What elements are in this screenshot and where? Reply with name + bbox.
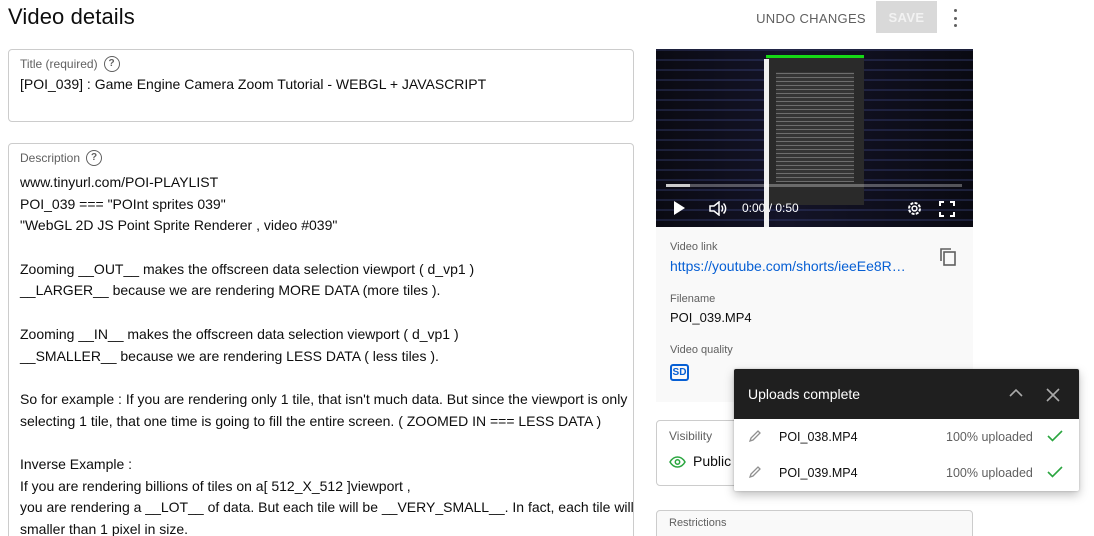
copy-icon[interactable] bbox=[939, 247, 957, 267]
close-icon[interactable] bbox=[1046, 388, 1060, 402]
help-icon[interactable]: ? bbox=[103, 56, 120, 72]
undo-changes-button[interactable]: UNDO CHANGES bbox=[754, 3, 868, 33]
description-line: Inverse Example : bbox=[20, 455, 133, 472]
popup-title: Uploads complete bbox=[748, 386, 861, 402]
description-line: So for example : If you are rendering on… bbox=[20, 390, 628, 407]
upload-filename: POI_038.MP4 bbox=[779, 430, 858, 444]
video-progress-bar[interactable] bbox=[666, 184, 962, 187]
description-input[interactable]: www.tinyurl.com/POI-PLAYLIST POI_039 ===… bbox=[20, 172, 634, 536]
uploads-complete-popup: Uploads complete POI_038.MP4 100% upload… bbox=[734, 369, 1079, 491]
filename-value: POI_039.MP4 bbox=[670, 310, 752, 325]
video-quality-label: Video quality bbox=[670, 344, 733, 356]
eye-icon bbox=[669, 456, 686, 468]
restrictions-label: Restrictions bbox=[669, 517, 727, 529]
video-progress-fill bbox=[666, 184, 690, 187]
upload-filename: POI_039.MP4 bbox=[779, 466, 858, 480]
help-icon[interactable]: ? bbox=[86, 150, 103, 166]
description-line: you are rendering a __LOT__ of data. But… bbox=[20, 499, 634, 516]
upload-item[interactable]: POI_038.MP4 100% uploaded bbox=[734, 419, 1079, 455]
video-link[interactable]: https://youtube.com/shorts/ieeEe8R… bbox=[670, 258, 914, 274]
description-field[interactable]: Description ? www.tinyurl.com/POI-PLAYLI… bbox=[8, 143, 634, 536]
volume-icon[interactable] bbox=[709, 201, 727, 216]
restrictions-section: Restrictions bbox=[656, 510, 973, 536]
title-field[interactable]: Title (required) ? [POI_039] : Game Engi… bbox=[8, 49, 634, 122]
description-line: __SMALLER__ because we are rendering LES… bbox=[20, 347, 439, 364]
video-frame-inner-screen bbox=[766, 55, 864, 205]
page-title: Video details bbox=[8, 4, 135, 29]
description-line bbox=[20, 302, 625, 324]
filename-label: Filename bbox=[670, 293, 716, 305]
video-player[interactable]: 0:00 / 0:50 bbox=[656, 49, 973, 227]
save-button[interactable]: SAVE bbox=[876, 1, 937, 33]
video-link-label: Video link bbox=[670, 241, 718, 253]
chevron-up-icon[interactable] bbox=[1009, 387, 1023, 399]
visibility-value: Public bbox=[693, 453, 732, 469]
title-field-label: Title (required) ? bbox=[20, 56, 120, 72]
description-line: Zooming __OUT__ makes the offscreen data… bbox=[20, 260, 475, 277]
description-line bbox=[20, 432, 625, 454]
upload-status: 100% uploaded bbox=[946, 466, 1033, 480]
description-line: POI_039 === "POInt sprites 039" bbox=[20, 195, 226, 212]
checkmark-icon bbox=[1047, 430, 1063, 442]
fullscreen-icon[interactable] bbox=[939, 201, 955, 217]
video-time: 0:00 / 0:50 bbox=[742, 201, 799, 215]
settings-gear-icon[interactable] bbox=[906, 200, 923, 217]
description-line: selecting 1 tile, that one time is going… bbox=[20, 412, 602, 429]
description-line: smaller than 1 pixel in size. bbox=[20, 521, 189, 536]
more-options-icon[interactable] bbox=[944, 8, 966, 28]
description-field-label: Description ? bbox=[20, 150, 103, 166]
play-icon[interactable] bbox=[674, 201, 685, 215]
description-line: If you are rendering billions of tiles o… bbox=[20, 477, 411, 494]
visibility-label: Visibility bbox=[669, 429, 713, 443]
sd-quality-icon: SD bbox=[670, 364, 689, 381]
description-line: www.tinyurl.com/POI-PLAYLIST bbox=[20, 174, 219, 190]
popup-header: Uploads complete bbox=[734, 369, 1079, 419]
description-line bbox=[20, 237, 625, 259]
description-line bbox=[20, 367, 625, 389]
title-input[interactable]: [POI_039] : Game Engine Camera Zoom Tuto… bbox=[20, 76, 486, 92]
description-line: __LARGER__ because we are rendering MORE… bbox=[20, 282, 441, 299]
pencil-icon[interactable] bbox=[748, 465, 762, 479]
upload-status: 100% uploaded bbox=[946, 430, 1033, 444]
pencil-icon[interactable] bbox=[748, 429, 762, 443]
checkmark-icon bbox=[1047, 466, 1063, 478]
upload-item[interactable]: POI_039.MP4 100% uploaded bbox=[734, 455, 1079, 491]
description-line: Zooming __IN__ makes the offscreen data … bbox=[20, 325, 459, 342]
description-line: "WebGL 2D JS Point Sprite Renderer , vid… bbox=[20, 217, 338, 234]
